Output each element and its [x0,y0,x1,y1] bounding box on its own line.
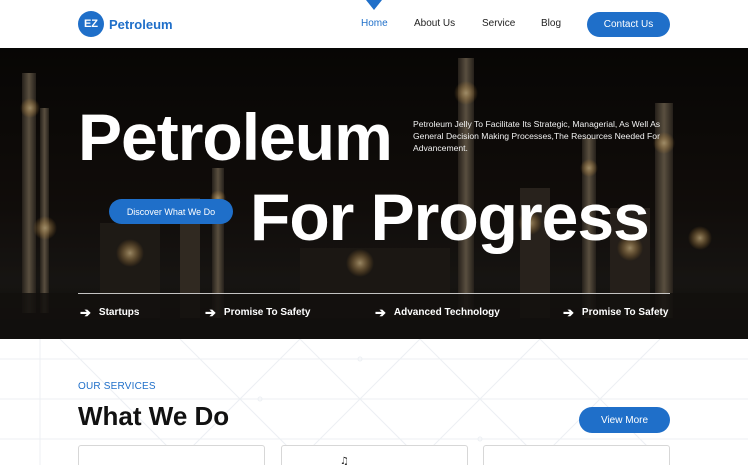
service-card[interactable]: ♫ [281,445,468,465]
logo-text: Petroleum [109,16,173,32]
feature-label: Advanced Technology [393,307,500,318]
feature-label: Promise To Safety [581,307,669,318]
arrow-right-icon: ➔ [205,305,216,320]
logo-badge: EZ [78,11,104,37]
feature-advanced-technology: ➔ Advanced Technology [375,306,500,319]
section-title: What We Do [78,401,230,431]
services-section: OUR SERVICES What We Do View More ♫ [0,339,748,465]
service-card[interactable] [483,445,670,465]
nav-about-us[interactable]: About Us [414,18,455,29]
hero-title-line2: For Progress [250,180,650,254]
feature-startups: ➔ Startups [80,306,139,319]
discover-button[interactable]: Discover What We Do [109,199,233,224]
feature-label: Promise To Safety [223,307,311,318]
section-eyebrow: OUR SERVICES [78,381,156,392]
feature-promise-to-safety: ➔ Promise To Safety [205,306,310,319]
hero-description: Petroleum Jelly To Facilitate Its Strate… [413,119,661,154]
contact-us-button[interactable]: Contact Us [587,12,670,37]
feature-promise-to-safety-2: ➔ Promise To Safety [563,306,668,319]
logo[interactable]: EZ Petroleum [78,11,173,37]
nav-blog[interactable]: Blog [541,18,561,29]
nav-home[interactable]: Home [361,18,388,29]
view-more-button[interactable]: View More [579,407,670,433]
service-card[interactable] [78,445,265,465]
nav-service[interactable]: Service [482,18,515,29]
arrow-right-icon: ➔ [375,305,386,320]
site-header: EZ Petroleum Home About Us Service Blog … [0,0,748,48]
service-icon: ♫ [340,456,349,465]
hero-divider [78,293,670,294]
feature-label: Startups [98,307,140,318]
hero-section: Petroleum Petroleum Jelly To Facilitate … [0,48,748,339]
arrow-right-icon: ➔ [563,305,574,320]
arrow-right-icon: ➔ [80,305,91,320]
hero-title-line1: Petroleum [78,100,393,174]
active-nav-marker-icon [366,0,382,10]
